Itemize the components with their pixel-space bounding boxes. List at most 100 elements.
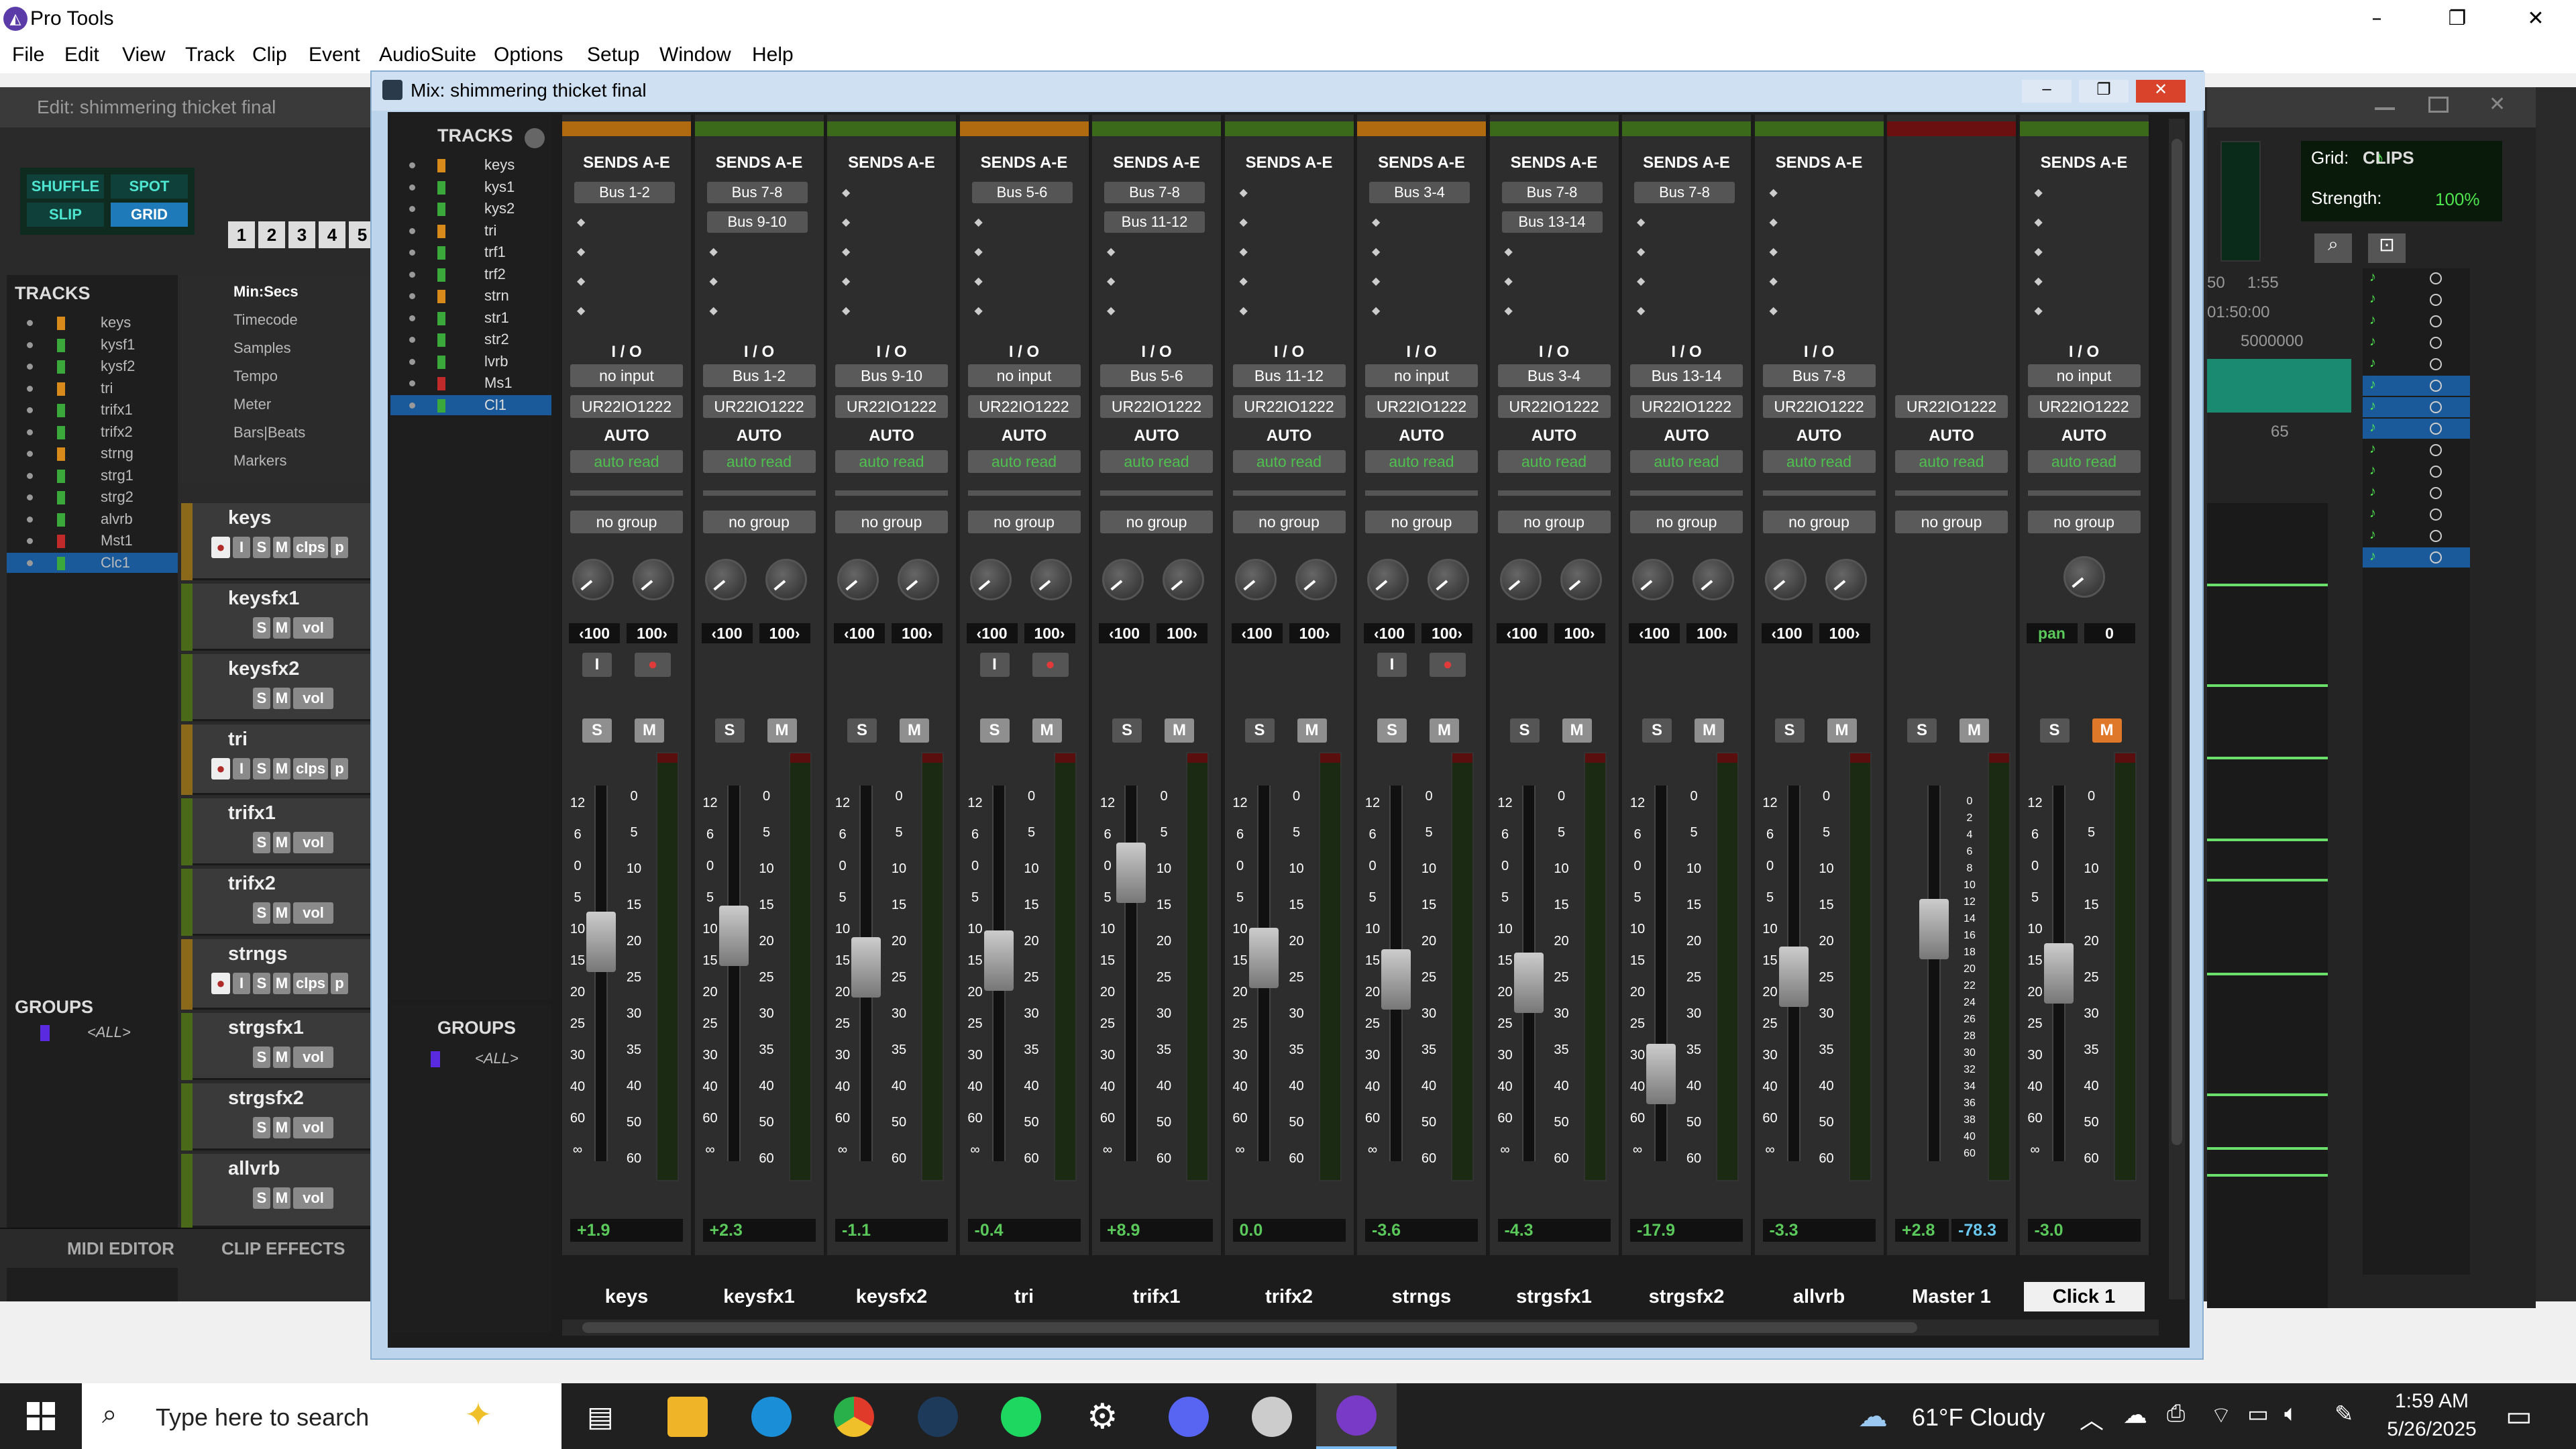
clip-list-row[interactable]: ♪ [2363, 290, 2470, 310]
mute-button[interactable]: M [767, 718, 797, 743]
send-empty-icon[interactable]: ◆ [1240, 215, 1248, 229]
group-selector[interactable]: no group [1630, 511, 1743, 533]
zoom-selection-icon[interactable]: ⊡ [2368, 233, 2406, 263]
pan-right-value[interactable]: 100› [1554, 623, 1605, 643]
left-track-row[interactable]: Mst1 [7, 531, 178, 551]
send-empty-icon[interactable]: ◆ [1240, 186, 1248, 199]
tray-chevron-icon[interactable]: ︿ [2080, 1401, 2104, 1436]
clip-list-row[interactable]: ♪ [2363, 376, 2470, 396]
left-track-name[interactable]: trifx1 [101, 401, 133, 419]
left-track-row[interactable]: trifx2 [7, 422, 178, 442]
mix-track-name[interactable]: trf2 [484, 266, 506, 283]
input-monitor-button[interactable]: I [582, 653, 612, 677]
send-empty-icon[interactable]: ◆ [710, 245, 718, 258]
fader-track[interactable] [594, 786, 608, 1161]
mix-close-icon[interactable]: ✕ [2136, 80, 2186, 103]
edit-track-name[interactable]: strngs [228, 943, 288, 965]
left-track-row[interactable]: strg1 [7, 466, 178, 486]
clips-view-button[interactable]: clps [293, 973, 328, 994]
automation-mode-selector[interactable]: auto read [1232, 450, 1346, 473]
mix-track-name[interactable]: kys2 [484, 200, 515, 217]
clip-indicator[interactable] [1187, 753, 1208, 763]
clip-list-row[interactable]: ♪ [2363, 526, 2470, 546]
send-empty-icon[interactable]: ◆ [1372, 245, 1380, 258]
solo-button[interactable]: S [1907, 718, 1937, 743]
clip-list-row[interactable]: ♪ [2363, 354, 2470, 374]
show-hide-dot-icon[interactable] [409, 250, 415, 256]
input-monitor-button[interactable]: I [1377, 653, 1407, 677]
automation-mode-selector[interactable]: auto read [702, 450, 816, 473]
send-empty-icon[interactable]: ◆ [842, 215, 850, 229]
automation-mode-selector[interactable]: auto read [570, 450, 683, 473]
group-all-label[interactable]: <ALL> [87, 1024, 131, 1041]
show-hide-dot-icon[interactable] [409, 227, 415, 234]
peak-readout[interactable]: -78.3 [1951, 1219, 2008, 1242]
output-selector[interactable]: UR22IO1222 [1762, 395, 1876, 418]
mix-track-name[interactable]: Ms1 [484, 374, 513, 392]
show-hide-dot-icon[interactable] [27, 494, 33, 500]
menu-clip[interactable]: Clip [252, 44, 287, 66]
send-empty-icon[interactable]: ◆ [1637, 245, 1645, 258]
count-button-4[interactable]: 4 [319, 221, 345, 248]
mix-track-name[interactable]: kys1 [484, 178, 515, 196]
group-selector[interactable]: no group [1232, 511, 1346, 533]
group-selector[interactable]: no group [967, 511, 1081, 533]
send-slot[interactable]: Bus 7-8 [706, 182, 808, 203]
mix-track-name[interactable]: str1 [484, 309, 509, 327]
left-track-name[interactable]: trifx2 [101, 423, 133, 441]
pan-left-value[interactable]: ‹100 [1231, 623, 1283, 643]
steam-icon[interactable] [918, 1397, 958, 1437]
show-hide-dot-icon[interactable] [27, 538, 33, 544]
pan-left-value[interactable]: ‹100 [1761, 623, 1813, 643]
automation-mode-selector[interactable]: auto read [1100, 450, 1213, 473]
clip-indicator[interactable] [790, 753, 810, 763]
fader-track[interactable] [1927, 786, 1941, 1161]
pan-left-value[interactable]: pan [2026, 623, 2078, 643]
edit-close-icon[interactable]: ✕ [2489, 93, 2506, 116]
send-empty-icon[interactable]: ◆ [577, 245, 585, 258]
record-arm-icon[interactable]: ● [1032, 653, 1069, 677]
send-empty-icon[interactable]: ◆ [975, 215, 983, 229]
pan-knob-left[interactable] [1102, 559, 1144, 600]
mute-button[interactable]: M [1562, 718, 1592, 743]
mix-track-row[interactable]: trf1 [390, 242, 551, 262]
vca-slot[interactable] [1100, 490, 1213, 496]
shuffle-mode-button[interactable]: SHUFFLE [27, 174, 104, 199]
pan-knob-right[interactable] [765, 559, 807, 600]
pan-right-value[interactable]: 100› [1157, 623, 1208, 643]
output-selector[interactable]: UR22IO1222 [1100, 395, 1213, 418]
output-selector[interactable]: UR22IO1222 [570, 395, 683, 418]
left-track-row[interactable]: Clc1 [7, 552, 178, 573]
left-track-row[interactable]: tri [7, 378, 178, 398]
strength-value[interactable]: 100% [2435, 189, 2480, 210]
record-enable-icon[interactable]: ● [211, 973, 230, 994]
show-hide-dot-icon[interactable] [27, 364, 33, 370]
minimize-icon[interactable]: – [2357, 4, 2397, 34]
pan-left-value[interactable]: ‹100 [1496, 623, 1548, 643]
send-empty-icon[interactable]: ◆ [577, 304, 585, 317]
group-selector[interactable]: no group [1497, 511, 1611, 533]
solo-button[interactable]: S [253, 758, 270, 780]
send-slot[interactable]: Bus 7-8 [1501, 182, 1603, 203]
playlist-button[interactable]: p [331, 973, 348, 994]
mute-button[interactable]: M [273, 758, 290, 780]
mute-button[interactable]: M [635, 718, 664, 743]
mix-track-row[interactable]: Cl1 [390, 394, 551, 415]
output-selector[interactable]: UR22IO1222 [835, 395, 948, 418]
send-empty-icon[interactable]: ◆ [1240, 245, 1248, 258]
send-empty-icon[interactable]: ◆ [842, 245, 850, 258]
pan-left-value[interactable]: ‹100 [701, 623, 753, 643]
tray-device-icon[interactable]: ⎙ [2167, 1401, 2185, 1427]
send-empty-icon[interactable]: ◆ [1770, 274, 1778, 288]
count-button-1[interactable]: 1 [228, 221, 255, 248]
mute-button[interactable]: M [273, 688, 290, 709]
solo-button[interactable]: S [979, 718, 1010, 743]
mix-track-row[interactable]: trf2 [390, 264, 551, 284]
send-empty-icon[interactable]: ◆ [1770, 304, 1778, 317]
send-slot[interactable]: Bus 9-10 [706, 211, 808, 233]
clip-list-row[interactable]: ♪ [2363, 268, 2470, 288]
show-hide-dot-icon[interactable] [27, 320, 33, 326]
pan-knob-left[interactable] [1234, 559, 1277, 600]
clip-list-row[interactable]: ♪ [2363, 462, 2470, 482]
track-name-plate[interactable]: trifx1 [1096, 1282, 1217, 1311]
